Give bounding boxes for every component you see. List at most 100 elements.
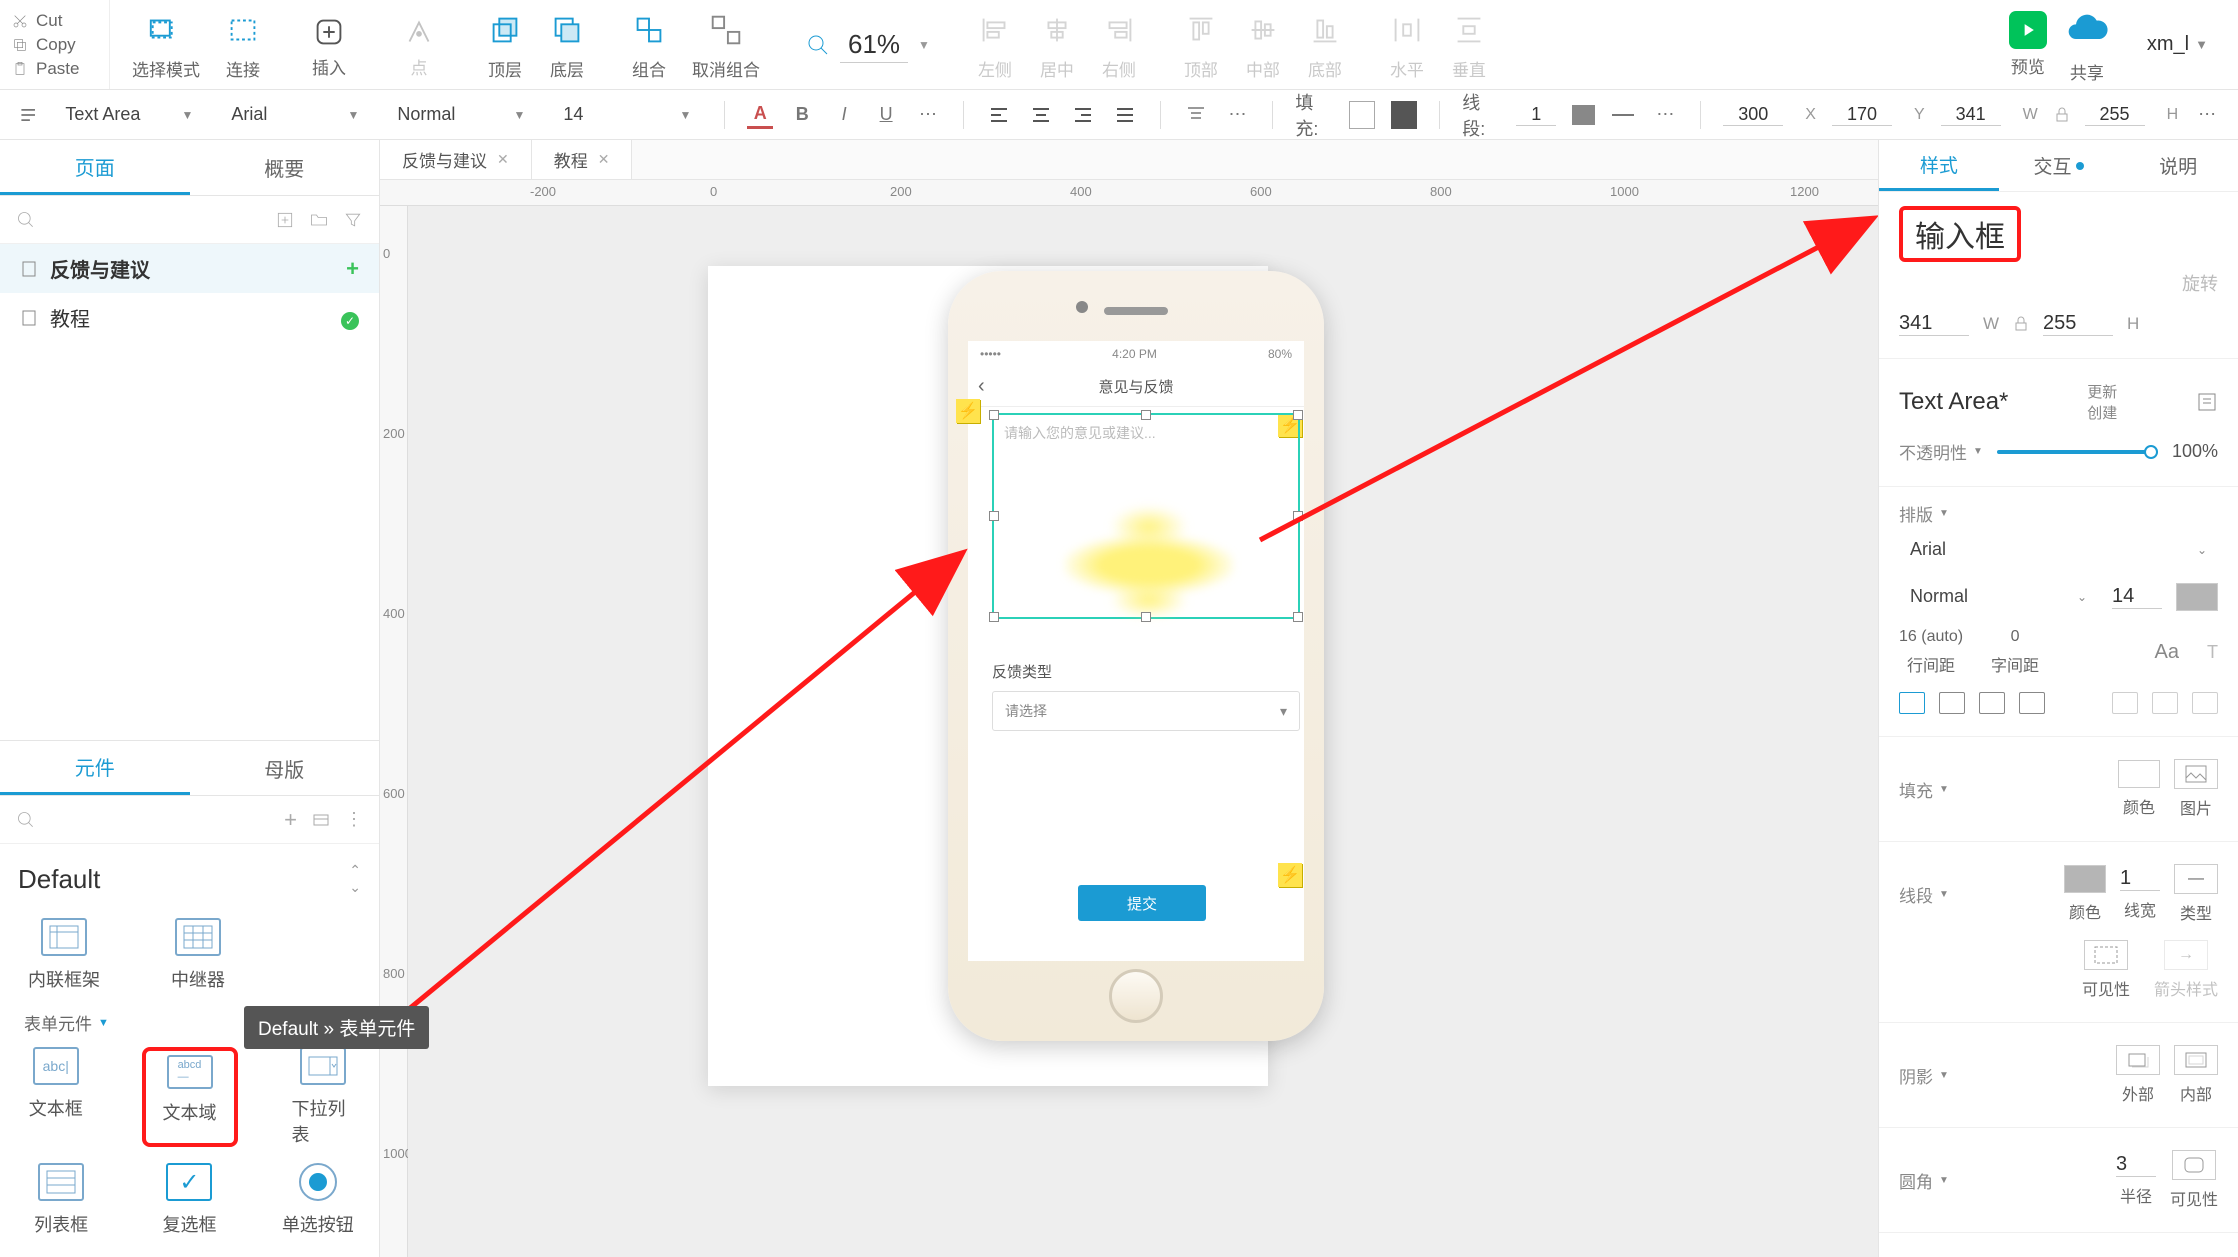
typography-section[interactable]: 排版▼ [1899,501,2218,526]
stroke-color-swatch[interactable] [1572,105,1594,125]
widget-name-input[interactable]: 输入框 [1913,217,2007,258]
text-align-left[interactable] [1899,692,1925,714]
page-item-tutorial[interactable]: 教程 ✓ [0,293,379,342]
align-justify-text[interactable] [1112,101,1138,129]
text-align-center[interactable] [1939,692,1965,714]
weight-select[interactable]: Normal▼ [386,99,536,130]
back-icon[interactable]: ‹ [978,375,985,398]
tab-masters[interactable]: 母版 [190,741,380,795]
italic-button[interactable]: I [831,101,857,129]
text-more-icon[interactable]: T [2207,642,2218,663]
paste-button[interactable]: Paste [12,59,109,79]
width-input[interactable] [1899,312,1969,336]
widget-textarea[interactable]: abcd―文本域 [150,1055,230,1125]
add-page-icon[interactable] [275,210,295,230]
fill-color-swatch[interactable] [2118,760,2160,788]
library-select[interactable]: Default⌃⌄ [18,856,361,910]
design-canvas[interactable]: •••••4:20 PM80% ‹ 意见与反馈 ⚡ ⚡ 请输入您的意见或建议..… [408,206,1878,1257]
stroke-color-swatch[interactable] [2064,865,2106,893]
valign-more[interactable]: ⋯ [1225,101,1251,129]
height-input[interactable] [2043,312,2113,336]
widget-listbox[interactable]: 列表框 [24,1163,98,1237]
submit-button[interactable]: 提交 [1078,885,1206,921]
copy-button[interactable]: Copy [12,35,109,55]
underline-button[interactable]: U [873,101,899,129]
pos-y-input[interactable] [1832,104,1892,126]
align-left-text[interactable] [986,101,1012,129]
insert-button[interactable]: 插入 [284,0,374,89]
style-manage-icon[interactable] [2196,391,2218,413]
text-color-swatch[interactable] [2176,583,2218,611]
send-back-button[interactable]: 底层 [548,8,586,81]
tab-style[interactable]: 样式 [1879,140,1999,191]
close-icon[interactable]: ✕ [598,151,610,168]
search-icon[interactable] [16,810,36,830]
stroke-type-button[interactable]: — [2174,864,2218,894]
fill-dark-swatch[interactable] [1391,101,1417,129]
lock-icon[interactable] [2054,107,2069,123]
widget-dropdown[interactable]: 下拉列表 [292,1047,356,1147]
size-w-input[interactable] [1941,104,2001,126]
widget-textfield[interactable]: abc|文本框 [24,1047,88,1147]
feedback-dropdown[interactable]: 请选择▾ [992,691,1300,731]
doc-tab-feedback[interactable]: 反馈与建议✕ [380,140,532,179]
add-folder-icon[interactable] [309,210,329,230]
shadow-outer[interactable] [2116,1045,2160,1075]
pos-x-input[interactable] [1723,104,1783,126]
size-h-input[interactable] [2085,104,2145,126]
filter-icon[interactable] [343,210,363,230]
share-button[interactable]: 共享 [2065,6,2109,84]
widget-iframe[interactable]: 内联框架 [24,918,104,992]
letter-spacing-value[interactable]: 0 [2011,628,2020,646]
stroke-more[interactable]: ⋯ [1652,101,1678,129]
fill-none-swatch[interactable] [1349,101,1375,129]
text-color-button[interactable]: A [747,101,773,129]
size-more[interactable]: ⋯ [2194,101,2220,129]
text-align-right[interactable] [1979,692,2005,714]
tab-outline[interactable]: 概要 [190,140,380,195]
update-style-button[interactable]: 更新 [2087,381,2117,402]
panel-size-input[interactable] [2112,585,2162,609]
connect-button[interactable]: 连接 [224,8,262,81]
group-button[interactable]: 组合 [630,8,668,81]
tab-widgets[interactable]: 元件 [0,741,190,795]
tab-interact[interactable]: 交互 [1999,140,2119,191]
create-style-button[interactable]: 创建 [2087,402,2117,423]
widget-repeater[interactable]: 中继器 [158,918,238,992]
font-select[interactable]: Arial▼ [220,99,370,130]
panel-weight-select[interactable]: Normal⌄ [1899,581,2098,612]
radius-input[interactable] [2116,1153,2156,1177]
lib-manage-icon[interactable] [311,810,331,830]
shape-type-select[interactable]: Text Area▼ [54,99,204,130]
align-center-text[interactable] [1028,101,1054,129]
text-align-justify[interactable] [2019,692,2045,714]
doc-tab-tutorial[interactable]: 教程✕ [532,140,633,179]
panel-font-select[interactable]: Arial⌄ [1899,534,2218,565]
cut-button[interactable]: Cut [12,11,109,31]
font-size-select[interactable]: 14▼ [552,99,702,130]
close-icon[interactable]: ✕ [497,151,509,168]
zoom-control[interactable]: 61% ▼ [782,0,954,89]
add-lib-icon[interactable]: + [284,807,297,833]
lib-menu-icon[interactable]: ⋮ [345,809,363,830]
corner-visibility[interactable] [2172,1150,2216,1180]
line-height-value[interactable]: 16 (auto) [1899,628,1963,646]
user-menu[interactable]: xm_l▼ [2147,33,2208,56]
stroke-width-input[interactable] [2120,867,2160,891]
tab-note[interactable]: 说明 [2118,140,2238,191]
text-case-icon[interactable]: Aa [2155,641,2179,664]
selected-textarea[interactable]: 请输入您的意见或建议... [992,413,1300,619]
align-right-text[interactable] [1070,101,1096,129]
valign-top[interactable] [1183,101,1209,129]
stroke-style[interactable] [1611,101,1637,129]
bring-front-button[interactable]: 顶层 [486,8,524,81]
bold-button[interactable]: B [789,101,815,129]
tab-pages[interactable]: 页面 [0,140,190,195]
stroke-width-input[interactable] [1516,104,1556,126]
widget-radio[interactable]: 单选按钮 [281,1163,355,1237]
page-item-feedback[interactable]: 反馈与建议 + [0,244,379,293]
preview-button[interactable]: 预览 [2009,11,2047,78]
paragraph-icon[interactable] [18,104,38,126]
fill-image-button[interactable] [2174,759,2218,789]
lock-icon[interactable] [2013,316,2029,332]
